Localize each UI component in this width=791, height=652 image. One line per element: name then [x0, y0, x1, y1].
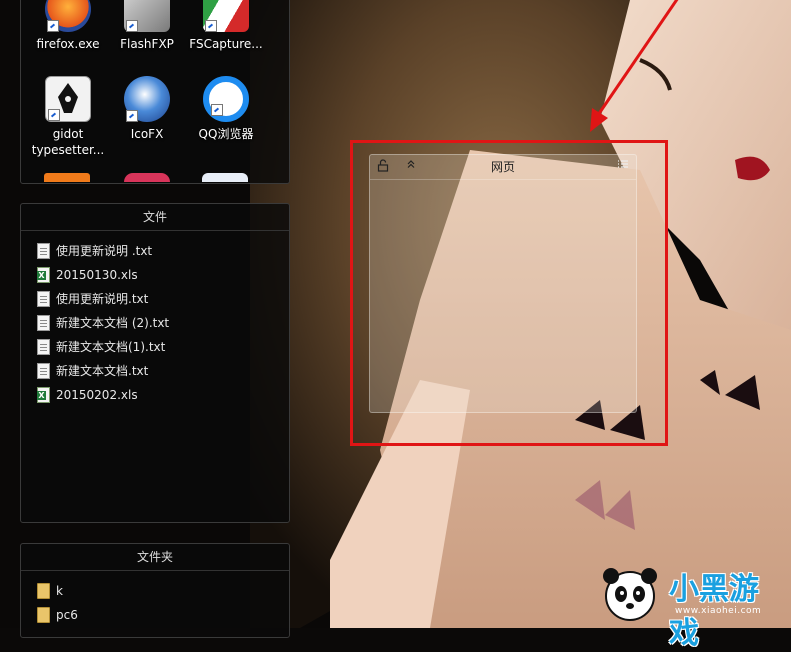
list-item[interactable]: k: [37, 579, 289, 603]
shortcut-arrow-icon: [211, 104, 223, 116]
qq-browser-icon: [203, 76, 249, 122]
txt-file-icon: [37, 363, 50, 379]
txt-file-icon: [37, 243, 50, 259]
file-name: 20150202.xls: [56, 388, 138, 402]
txt-file-icon: [37, 291, 50, 307]
xls-file-icon: [37, 267, 50, 283]
folder-name: pc6: [56, 608, 78, 622]
shortcut-arrow-icon: [205, 20, 217, 32]
files-panel-title: 文件: [21, 204, 289, 231]
desktop-icon-fscapture[interactable]: FSCapture...: [186, 0, 266, 52]
desktop-icon-label: QQ浏览器: [198, 127, 254, 141]
shortcut-arrow-icon: [48, 109, 60, 121]
list-item[interactable]: 20150130.xls: [37, 263, 289, 287]
desktop-icon-label: gidot typesetter...: [31, 127, 105, 157]
partial-icon-blue: [202, 173, 248, 182]
desktop-icon-label: firefox.exe: [36, 37, 100, 51]
pointer-arrow: [590, 0, 679, 132]
folders-panel: 文件夹 k pc6: [20, 543, 290, 638]
partial-icon-red: [124, 173, 170, 182]
txt-file-icon: [37, 339, 50, 355]
desktop-icon-icofx[interactable]: IcoFX: [107, 76, 187, 142]
folder-name: k: [56, 584, 63, 598]
desktop-icon-qqbrowser[interactable]: QQ浏览器: [186, 76, 266, 142]
flashfxp-icon: [124, 0, 170, 32]
partial-icon-orange: [44, 173, 90, 182]
list-item[interactable]: 使用更新说明.txt: [37, 287, 289, 311]
desktop-icon-firefox[interactable]: firefox.exe: [28, 0, 108, 52]
file-name: 使用更新说明.txt: [56, 292, 149, 306]
highlight-box: [350, 140, 668, 446]
folder-icon: [37, 607, 50, 623]
files-list: 使用更新说明 .txt 20150130.xls 使用更新说明.txt 新建文本…: [21, 231, 289, 407]
shortcut-arrow-icon: [47, 20, 59, 32]
list-item[interactable]: 新建文本文档(1).txt: [37, 335, 289, 359]
desktop-icon-flashfxp[interactable]: FlashFXP: [107, 0, 187, 52]
file-name: 新建文本文档 (2).txt: [56, 316, 170, 330]
pen-nib-icon: [45, 76, 91, 122]
folders-list: k pc6: [21, 571, 289, 627]
file-name: 使用更新说明 .txt: [56, 244, 153, 258]
watermark: 小黑游戏 www.xiaohei.com: [595, 562, 785, 651]
list-item[interactable]: 新建文本文档 (2).txt: [37, 311, 289, 335]
files-panel: 文件 使用更新说明 .txt 20150130.xls 使用更新说明.txt 新…: [20, 203, 290, 523]
watermark-url: www.xiaohei.com: [675, 606, 762, 616]
file-name: 新建文本文档.txt: [56, 364, 149, 378]
firefox-icon: [45, 0, 91, 32]
xls-file-icon: [37, 387, 50, 403]
list-item[interactable]: pc6: [37, 603, 289, 627]
txt-file-icon: [37, 315, 50, 331]
file-name: 20150130.xls: [56, 268, 138, 282]
fscapture-icon: [203, 0, 249, 32]
folders-panel-title: 文件夹: [21, 544, 289, 571]
list-item[interactable]: 新建文本文档.txt: [37, 359, 289, 383]
icofx-icon: [124, 76, 170, 122]
shortcut-arrow-icon: [126, 20, 138, 32]
file-name: 新建文本文档(1).txt: [56, 340, 166, 354]
shortcut-arrow-icon: [126, 110, 138, 122]
desktop-icon-gidot[interactable]: gidot typesetter...: [28, 76, 108, 158]
folder-icon: [37, 583, 50, 599]
list-item[interactable]: 20150202.xls: [37, 383, 289, 407]
list-item[interactable]: 使用更新说明 .txt: [37, 239, 289, 263]
desktop-icon-label: FlashFXP: [120, 37, 174, 51]
desktop-icon-label: IcoFX: [130, 127, 164, 141]
desktop-icon-label: FSCapture...: [189, 37, 263, 51]
panda-logo-icon: [603, 568, 657, 621]
